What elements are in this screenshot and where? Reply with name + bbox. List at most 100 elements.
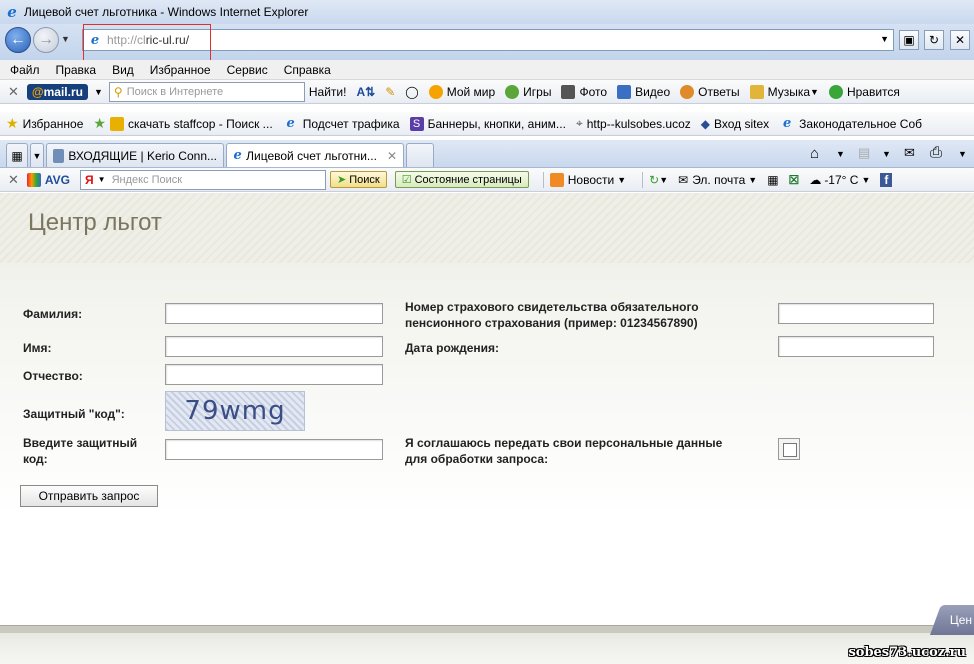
my-world-link[interactable]: Мой мир bbox=[428, 84, 495, 99]
ie-page-icon: e bbox=[783, 116, 792, 131]
menu-view[interactable]: Вид bbox=[112, 63, 134, 77]
like-link[interactable]: Нравится bbox=[828, 84, 900, 99]
refresh-icon[interactable]: ↻ bbox=[924, 30, 944, 50]
consent-label: Я соглашаюсь передать свои персональные … bbox=[405, 435, 722, 467]
video-link[interactable]: Видео bbox=[617, 84, 670, 99]
address-dropdown-icon[interactable]: ▼ bbox=[880, 34, 889, 44]
zoom-icon[interactable]: ◯ bbox=[405, 85, 418, 99]
back-button[interactable]: ← bbox=[5, 27, 31, 53]
weather-icon: ☁ bbox=[809, 172, 822, 187]
menu-tools[interactable]: Сервис bbox=[227, 63, 268, 77]
feeds-icon[interactable]: ▤ bbox=[858, 145, 870, 161]
tab-kerio-inbox[interactable]: ВХОДЯЩИЕ | Kerio Conn... bbox=[46, 143, 224, 167]
favorites-button[interactable]: ★ Избранное bbox=[6, 115, 83, 132]
consent-checkbox[interactable] bbox=[778, 438, 800, 460]
add-favorite-icon[interactable]: ★ bbox=[93, 115, 106, 132]
web-page: Центр льгот Фамилия: Имя: Отчество: Защи… bbox=[0, 193, 974, 664]
page-icon: e bbox=[90, 32, 100, 48]
music-icon bbox=[749, 84, 764, 99]
toolbar-separator bbox=[642, 171, 644, 188]
games-icon bbox=[505, 84, 520, 99]
snils-label: Номер страхового свидетельства обязатель… bbox=[405, 299, 699, 331]
mailru-find-button[interactable]: Найти! bbox=[309, 85, 347, 99]
yandex-dropdown-icon[interactable]: ▼ bbox=[98, 175, 106, 184]
surname-input[interactable] bbox=[165, 303, 383, 324]
feeds-dropdown-icon[interactable]: ▼ bbox=[882, 149, 891, 159]
address-bar[interactable]: e http://cl ric-ul.ru/ ▼ bbox=[82, 29, 894, 51]
news-button[interactable]: Новости ▼ bbox=[549, 172, 626, 187]
menu-help[interactable]: Справка bbox=[284, 63, 331, 77]
font-size-icon[interactable]: A⇅ bbox=[356, 85, 375, 99]
stop-icon[interactable]: ✕ bbox=[950, 30, 970, 50]
page-header: Центр льгот bbox=[0, 193, 974, 263]
read-mail-icon[interactable]: ✉ bbox=[904, 145, 915, 161]
mailru-toolbar: ✕ @mail.ru ▼ ⚲ Поиск в Интернете Найти! … bbox=[0, 80, 974, 104]
enter-code-label: Введите защитный код: bbox=[23, 435, 137, 467]
watermark: sobes73.ucoz.ru bbox=[848, 645, 966, 660]
close-toolbar-icon[interactable]: ✕ bbox=[8, 84, 19, 100]
email-button[interactable]: ✉ Эл. почта ▼ bbox=[678, 173, 757, 187]
avg-logo[interactable]: AVG bbox=[26, 172, 70, 187]
favorite-link-6[interactable]: e Законодательное Соб bbox=[779, 116, 922, 132]
games-link[interactable]: Игры bbox=[505, 84, 551, 99]
snils-input[interactable] bbox=[778, 303, 934, 324]
menu-edit[interactable]: Правка bbox=[56, 63, 97, 77]
snils-label-line2: пенсионного страхования (пример: 0123456… bbox=[405, 316, 698, 330]
quick-tabs-button[interactable]: ▦ bbox=[6, 143, 28, 167]
page-status-button[interactable]: ☑ Состояние страницы bbox=[394, 171, 529, 188]
menu-favorites[interactable]: Избранное bbox=[150, 63, 211, 77]
menu-file[interactable]: Файл bbox=[10, 63, 40, 77]
avg-search-button[interactable]: ➤ Поиск bbox=[330, 171, 387, 188]
tab-lgotnik-account[interactable]: e Лицевой счет льготни... ✕ bbox=[226, 143, 404, 167]
submit-request-button[interactable]: Отправить запрос bbox=[20, 485, 158, 507]
my-world-icon bbox=[428, 84, 443, 99]
menu-bar: Файл Правка Вид Избранное Сервис Справка bbox=[0, 60, 974, 80]
close-tab-icon[interactable]: ✕ bbox=[387, 149, 397, 163]
birthdate-input[interactable] bbox=[778, 336, 934, 357]
history-dropdown-icon[interactable]: ▼ bbox=[61, 34, 70, 44]
name-input[interactable] bbox=[165, 336, 383, 357]
captcha-label: Защитный "код": bbox=[23, 407, 125, 421]
yandex-logo: Я bbox=[85, 172, 94, 187]
enter-code-label-line2: код: bbox=[23, 452, 48, 466]
music-link[interactable]: Музыка ▼ bbox=[749, 84, 819, 99]
home-dropdown-icon[interactable]: ▼ bbox=[836, 149, 845, 159]
folder-icon bbox=[109, 116, 124, 131]
patronymic-input[interactable] bbox=[165, 364, 383, 385]
compatibility-view-icon[interactable]: ▣ bbox=[899, 30, 919, 50]
tab-list-dropdown[interactable]: ▼ bbox=[30, 143, 44, 167]
highlight-icon[interactable]: ✎ bbox=[385, 85, 395, 99]
yandex-search-input[interactable]: Я ▼ Яндекс Поиск bbox=[80, 169, 327, 190]
toolbar-separator bbox=[542, 171, 544, 188]
mailru-search-placeholder: Поиск в Интернете bbox=[126, 85, 224, 98]
mailru-search-input[interactable]: ⚲ Поиск в Интернете bbox=[108, 81, 305, 102]
favorite-link-5[interactable]: ◆ Вход sitex bbox=[701, 117, 769, 131]
print-dropdown-icon[interactable]: ▼ bbox=[958, 149, 967, 159]
favorite-link-3[interactable]: S Баннеры, кнопки, аним... bbox=[409, 116, 566, 131]
corner-tab-label: Цен bbox=[949, 613, 972, 627]
window-title: Лицевой счет льготника - Windows Interne… bbox=[24, 5, 309, 19]
print-icon[interactable]: ⎙ bbox=[930, 144, 942, 161]
new-tab-button[interactable] bbox=[406, 143, 434, 167]
mailru-logo[interactable]: @mail.ru bbox=[26, 83, 88, 100]
birthdate-label: Дата рождения: bbox=[405, 341, 500, 355]
photo-link[interactable]: Фото bbox=[561, 84, 607, 99]
forward-button[interactable]: → bbox=[33, 27, 59, 53]
captcha-input[interactable] bbox=[165, 439, 383, 460]
calculator-icon[interactable]: ▦ bbox=[767, 173, 778, 187]
answers-link[interactable]: Ответы bbox=[680, 84, 740, 99]
refresh-widget-icon[interactable]: ↻ ▼ bbox=[649, 173, 668, 187]
video-icon bbox=[617, 84, 632, 99]
mailru-dropdown-icon[interactable]: ▼ bbox=[94, 87, 103, 97]
home-icon[interactable]: ⌂ bbox=[810, 145, 819, 162]
s-logo-icon: S bbox=[409, 116, 424, 131]
favorite-link-1[interactable]: скачать staffcop - Поиск ... bbox=[109, 116, 273, 131]
excel-icon[interactable]: ☒ bbox=[789, 173, 800, 187]
url-prefix: http://cl bbox=[107, 33, 146, 47]
facebook-icon[interactable]: f bbox=[880, 172, 893, 187]
weather-widget[interactable]: ☁ -17° C ▼ bbox=[809, 173, 870, 187]
favorite-link-4[interactable]: ⌖ http--kulsobes.ucoz bbox=[576, 116, 691, 131]
favorite-link-2[interactable]: e Подсчет трафика bbox=[283, 116, 400, 132]
close-avg-toolbar-icon[interactable]: ✕ bbox=[8, 172, 19, 188]
mail-icon bbox=[53, 148, 65, 163]
